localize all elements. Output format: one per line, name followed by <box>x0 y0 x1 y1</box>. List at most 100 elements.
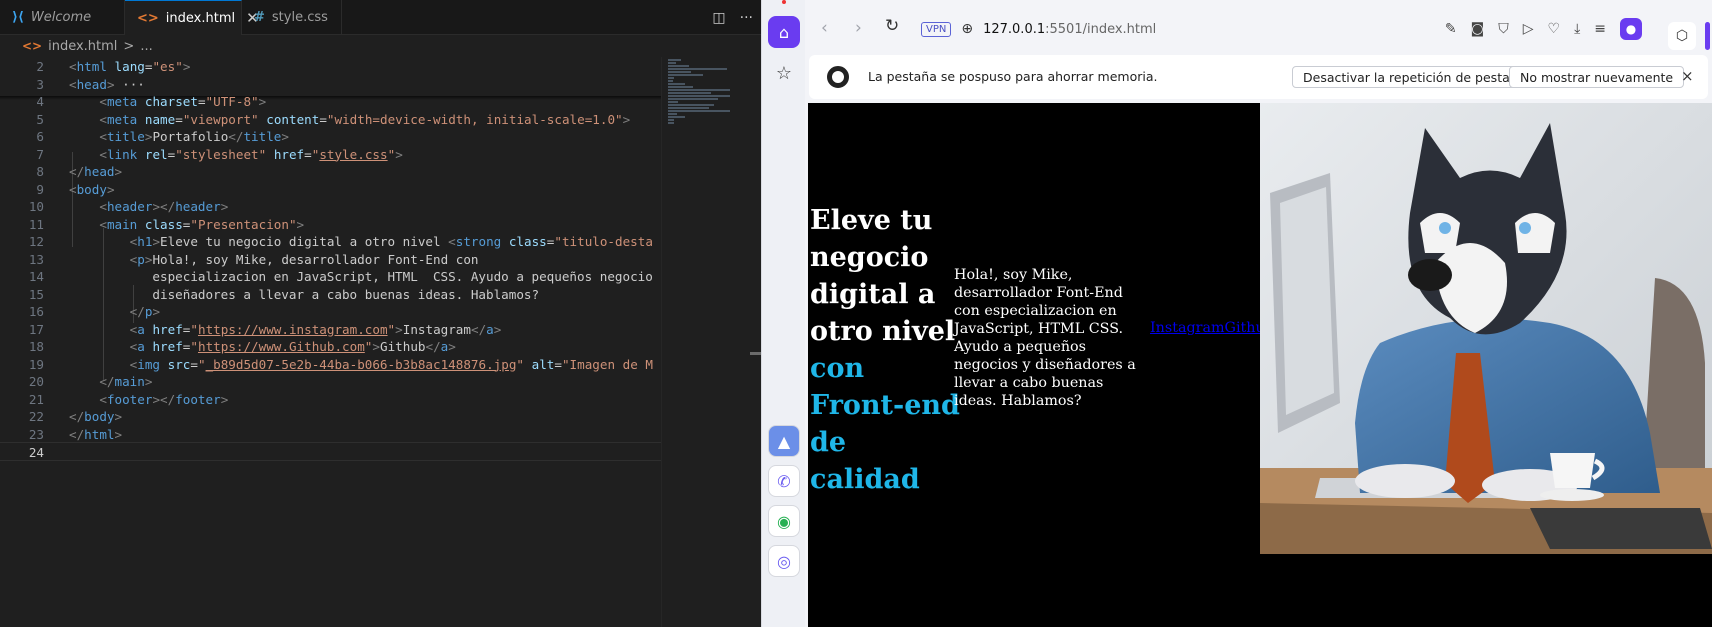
aria-icon[interactable]: ▲ <box>768 425 800 457</box>
code-line[interactable]: 20 </main> <box>0 372 661 391</box>
code-text: </body> <box>69 409 123 424</box>
code-line[interactable]: 24 <box>0 442 661 461</box>
breadcrumb-file[interactable]: index.html <box>48 39 117 54</box>
code-text: </html> <box>69 426 123 442</box>
url-text[interactable]: 127.0.0.1:5501/index.html <box>983 22 1156 37</box>
code-line[interactable]: 4 <meta charset="UTF-8"> <box>0 92 661 111</box>
line-number: 5 <box>36 111 44 127</box>
breadcrumb: <> index.html > ... <box>0 35 761 57</box>
code-line[interactable]: 23 </html> <box>0 425 661 444</box>
line-number: 17 <box>28 321 44 337</box>
url-path: :5501/index.html <box>1045 21 1157 37</box>
code-text: <header></header> <box>99 199 229 214</box>
code-text: <meta charset="UTF-8"> <box>99 94 267 109</box>
code-line[interactable]: 18 <a href="https://www.Github.com">Gith… <box>0 337 661 356</box>
code-text: <footer></footer> <box>99 391 229 407</box>
code-line[interactable]: 16 </p> <box>0 302 661 321</box>
editor-scrollbar[interactable] <box>749 57 762 627</box>
tab-style-css[interactable]: # style.css <box>242 0 342 35</box>
notification-dot <box>782 0 786 4</box>
camera-icon[interactable]: ◙ <box>1471 21 1485 37</box>
breadcrumb-symbol[interactable]: ... <box>140 39 152 54</box>
menu-icon[interactable]: ≡ <box>1594 21 1606 37</box>
code-line[interactable]: 14 especializacion en JavaScript, HTML C… <box>0 267 661 286</box>
address-field[interactable]: VPN ⊕ 127.0.0.1:5501/index.html <box>921 16 1481 42</box>
line-number: 13 <box>28 251 44 267</box>
code-line[interactable]: 9 <body> <box>0 180 661 199</box>
code-line[interactable]: 21 <footer></footer> <box>0 390 661 409</box>
code-line[interactable]: 6 <title>Portafolio</title> <box>0 127 661 146</box>
opera-logo-icon <box>827 66 849 88</box>
site-info-icon[interactable]: ⊕ <box>961 21 973 37</box>
code-line[interactable]: 13 <p>Hola!, soy Mike, desarrollador Fon… <box>0 250 661 269</box>
code-text: </head> <box>69 164 123 179</box>
minimap-line <box>668 92 712 94</box>
edit-icon[interactable]: ✎ <box>1445 21 1457 37</box>
code-line[interactable]: 12 <h1>Eleve tu negocio digital a otro n… <box>0 232 661 251</box>
line-number: 22 <box>28 409 44 424</box>
close-icon[interactable]: × <box>1681 67 1694 85</box>
star-icon[interactable]: ☆ <box>768 57 800 89</box>
whatsapp-icon[interactable]: ◉ <box>768 505 800 537</box>
code-line[interactable]: 8 </head> <box>0 162 661 181</box>
download-icon[interactable]: ⤓ <box>1574 21 1580 37</box>
minimap-line <box>668 71 692 73</box>
forward-icon[interactable]: › <box>855 18 862 38</box>
dont-show-again-button[interactable]: No mostrar nuevamente <box>1509 66 1685 88</box>
disable-tab-snooze-button[interactable]: Desactivar la repetición de pestañas <box>1292 66 1543 88</box>
tab-index-html[interactable]: <> index.html ✕ <box>125 0 259 35</box>
profile-icon[interactable]: ● <box>1620 18 1642 40</box>
minimap-line <box>668 116 685 118</box>
heading-text: Eleve tu negocio digital a otro nivel <box>810 205 956 347</box>
code-line[interactable]: 5 <meta name="viewport" content="width=d… <box>0 110 661 129</box>
url-host: 127.0.0.1 <box>983 21 1046 37</box>
code-text: <main class="Presentacion"> <box>99 216 305 232</box>
html-icon: <> <box>22 39 43 53</box>
minimap-line <box>668 65 689 67</box>
css-icon: # <box>254 10 265 25</box>
minimap-line <box>668 86 693 88</box>
reload-icon[interactable]: ↻ <box>885 16 899 36</box>
code-editor[interactable]: 2 <html lang="es"> 3 <head> ··· 4 <meta char… <box>0 57 661 627</box>
minimap-line <box>668 74 704 76</box>
back-icon[interactable]: ‹ <box>821 18 828 38</box>
browser-sidebar: ⌂ ☆ ▲ ✆ ◉ ◎ <box>761 0 805 627</box>
heart-icon[interactable]: ♡ <box>1548 21 1561 37</box>
tab-welcome[interactable]: ⟩⟨ Welcome <box>0 0 125 35</box>
minimap[interactable] <box>661 57 749 627</box>
minimap-line <box>668 110 730 112</box>
code-text: <title>Portafolio</title> <box>99 129 289 144</box>
minimap-line <box>668 95 730 97</box>
breadcrumb-separator: > <box>123 38 135 54</box>
code-text: <body> <box>69 181 115 197</box>
line-number: 21 <box>28 391 44 407</box>
split-editor-icon[interactable]: ◫ <box>712 10 725 26</box>
home-icon[interactable]: ⌂ <box>768 16 800 48</box>
code-text: </main> <box>99 374 153 389</box>
tab-label: index.html <box>165 10 236 26</box>
player-icon[interactable]: ◎ <box>768 545 800 577</box>
vscode-icon: ⟩⟨ <box>12 10 24 25</box>
code-line[interactable]: 22 </body> <box>0 407 661 426</box>
sidebar-handle[interactable] <box>1705 22 1710 50</box>
html-icon: <> <box>137 10 159 26</box>
code-line[interactable]: 19 <img src="_b89d5d07-5e2b-44ba-b066-b3… <box>0 355 661 374</box>
page-heading: Eleve tu negocio digital a otro nivel co… <box>810 202 960 498</box>
extensions-icon[interactable]: ⬡ <box>1668 22 1696 50</box>
minimap-line <box>668 107 709 109</box>
instagram-link[interactable]: Instagram <box>1150 320 1225 336</box>
more-actions-icon[interactable]: ··· <box>740 10 753 26</box>
code-line[interactable]: 7 <link rel="stylesheet" href="style.css… <box>0 145 661 164</box>
messenger-icon[interactable]: ✆ <box>768 465 800 497</box>
code-line[interactable]: 17 <a href="https://www.instagram.com">I… <box>0 320 661 339</box>
code-line[interactable]: 3 <head> ··· <box>0 75 661 94</box>
line-number: 2 <box>36 59 44 74</box>
shield-icon[interactable]: ⛉ <box>1498 21 1509 37</box>
code-line[interactable]: 15 diseñadores a llevar a cabo buenas id… <box>0 285 661 304</box>
code-line[interactable]: 10 <header></header> <box>0 197 661 216</box>
vpn-badge[interactable]: VPN <box>921 21 952 37</box>
tab-label: style.css <box>271 10 328 25</box>
code-line[interactable]: 11 <main class="Presentacion"> <box>0 215 661 234</box>
code-line[interactable]: 2 <html lang="es"> <box>0 57 661 76</box>
send-icon[interactable]: ▷ <box>1523 21 1534 37</box>
